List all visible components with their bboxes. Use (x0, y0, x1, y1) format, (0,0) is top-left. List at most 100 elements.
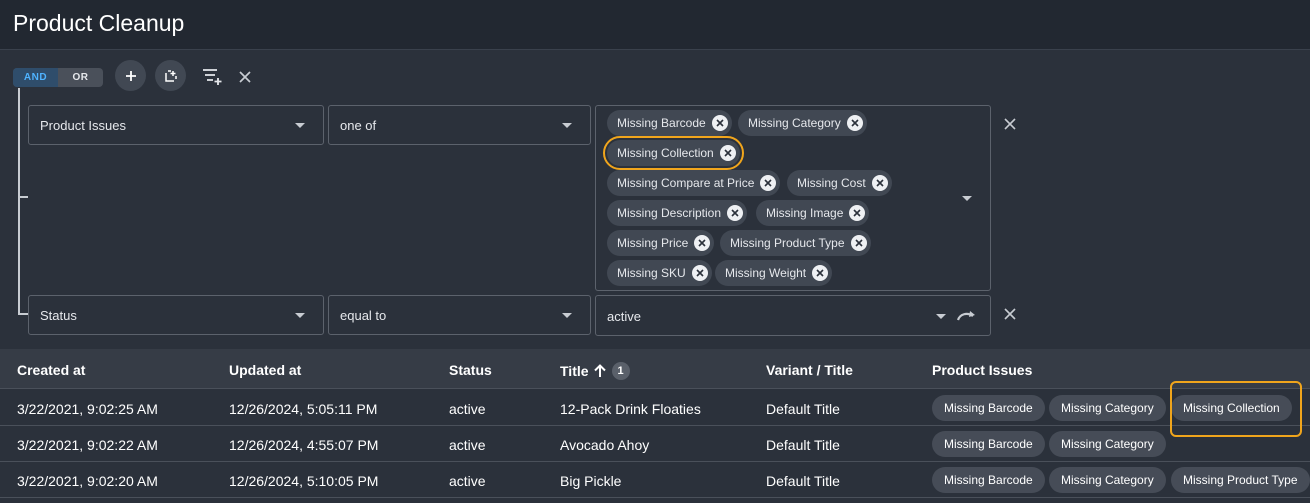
rule-operator-select[interactable]: equal to (328, 295, 591, 335)
value-chip[interactable]: Missing Price (607, 230, 715, 256)
cell-title: Avocado Ahoy (560, 437, 650, 453)
sort-rank-badge: 1 (611, 362, 630, 380)
chevron-down-icon (295, 123, 305, 128)
cell-status: active (449, 401, 486, 417)
remove-chip-icon[interactable] (871, 175, 888, 191)
rule-field-select[interactable]: Status (28, 295, 324, 335)
cell-updated: 12/26/2024, 5:10:05 PM (229, 473, 379, 489)
results-table: Created at Updated at Status Title 1 Var… (0, 349, 1310, 503)
remove-chip-icon[interactable] (727, 205, 744, 221)
remove-chip-icon[interactable] (850, 235, 867, 251)
value-chip[interactable]: Missing Weight (715, 260, 833, 286)
remove-chip-icon[interactable] (694, 235, 711, 251)
value-chip-highlighted[interactable]: Missing Collection (603, 136, 744, 170)
rule-operator-value: one of (340, 118, 377, 133)
remove-rule-button[interactable] (1002, 116, 1018, 132)
value-chip[interactable]: Missing Image (756, 200, 870, 226)
table-row[interactable]: 3/22/2021, 9:02:22 AM 12/26/2024, 4:55:0… (0, 426, 1310, 462)
tree-branch (18, 196, 28, 198)
remove-chip-icon[interactable] (719, 145, 736, 161)
column-header-status[interactable]: Status (449, 362, 492, 378)
remove-chip-icon[interactable] (846, 115, 863, 131)
redo-icon[interactable] (956, 308, 978, 327)
add-group-button[interactable] (155, 60, 186, 91)
chevron-down-icon (962, 196, 972, 201)
cell-created: 3/22/2021, 9:02:22 AM (17, 437, 158, 453)
cell-variant: Default Title (766, 437, 840, 453)
value-chip[interactable]: Missing SKU (607, 260, 712, 286)
remove-rule-button[interactable] (1002, 306, 1018, 322)
column-header-title-label: Title (560, 363, 589, 379)
value-chip[interactable]: Missing Description (607, 200, 748, 226)
chevron-down-icon[interactable] (936, 314, 946, 319)
sort-ascending-icon (593, 364, 606, 377)
logic-toggle[interactable]: AND OR (13, 68, 103, 87)
rule-field-select[interactable]: Product Issues (28, 105, 324, 145)
clear-filters-icon[interactable] (237, 69, 253, 85)
cell-title: Big Pickle (560, 473, 622, 489)
filter-add-icon[interactable] (201, 66, 223, 86)
table-header: Created at Updated at Status Title 1 Var… (0, 349, 1310, 389)
title-bar: Product Cleanup (0, 0, 1310, 50)
rule-operator-value: equal to (340, 308, 387, 323)
tree-branch (18, 313, 28, 315)
table-row[interactable]: 3/22/2021, 9:02:25 AM 12/26/2024, 5:05:1… (0, 390, 1310, 426)
value-chip[interactable]: Missing Cost (787, 170, 892, 196)
issue-chip: Missing Barcode (932, 395, 1045, 421)
add-rule-button[interactable] (115, 60, 146, 91)
rule-value-input[interactable]: active (595, 295, 991, 336)
rule-operator-select[interactable]: one of (328, 105, 591, 145)
chip-label: Missing SKU (617, 266, 686, 280)
rule-field-value: Status (40, 308, 77, 323)
cell-title: 12-Pack Drink Floaties (560, 401, 701, 417)
value-chip[interactable]: Missing Barcode (607, 110, 732, 136)
remove-chip-icon[interactable] (760, 175, 777, 191)
cell-variant: Default Title (766, 473, 840, 489)
issue-chip: Missing Product Type (1171, 467, 1310, 493)
table-row[interactable]: 3/22/2021, 9:02:20 AM 12/26/2024, 5:10:0… (0, 462, 1310, 498)
and-toggle-option[interactable]: AND (13, 68, 58, 87)
chip-label: Missing Collection (617, 146, 714, 160)
tree-connector (18, 88, 20, 314)
value-chip[interactable]: Missing Category (738, 110, 867, 136)
chip-label: Missing Product Type (730, 236, 845, 250)
value-chip[interactable]: Missing Compare at Price (607, 170, 781, 196)
chevron-down-icon (562, 313, 572, 318)
column-header-title[interactable]: Title 1 (560, 362, 630, 380)
cell-created: 3/22/2021, 9:02:25 AM (17, 401, 158, 417)
remove-chip-icon[interactable] (812, 265, 829, 281)
cell-created: 3/22/2021, 9:02:20 AM (17, 473, 158, 489)
page-title: Product Cleanup (13, 10, 185, 36)
column-header-variant[interactable]: Variant / Title (766, 362, 853, 378)
chevron-down-icon (295, 313, 305, 318)
chip-label: Missing Barcode (617, 116, 706, 130)
chip-label: Missing Image (766, 206, 844, 220)
remove-chip-icon[interactable] (849, 205, 866, 221)
issue-chip: Missing Category (1049, 431, 1166, 457)
chip-label: Missing Price (617, 236, 689, 250)
chevron-down-icon (562, 123, 572, 128)
or-toggle-option[interactable]: OR (58, 68, 103, 87)
cell-status: active (449, 473, 486, 489)
column-header-product-issues[interactable]: Product Issues (932, 362, 1032, 378)
remove-chip-icon[interactable] (711, 115, 728, 131)
chip-label: Missing Category (748, 116, 841, 130)
chip-label: Missing Cost (797, 176, 866, 190)
plus-icon (125, 70, 136, 81)
column-header-created[interactable]: Created at (17, 362, 85, 378)
close-icon (1004, 308, 1016, 320)
cell-variant: Default Title (766, 401, 840, 417)
chip-label: Missing Weight (725, 266, 807, 280)
column-header-updated[interactable]: Updated at (229, 362, 301, 378)
chip-label: Missing Compare at Price (617, 176, 755, 190)
cell-updated: 12/26/2024, 5:05:11 PM (229, 401, 378, 417)
add-group-icon (164, 69, 177, 82)
close-icon (1004, 118, 1016, 130)
cell-updated: 12/26/2024, 4:55:07 PM (229, 437, 379, 453)
remove-chip-icon[interactable] (691, 265, 708, 281)
rule-field-value: Product Issues (40, 118, 126, 133)
issue-chip: Missing Category (1049, 395, 1166, 421)
value-chip[interactable]: Missing Product Type (720, 230, 871, 256)
highlight-box (1170, 381, 1302, 437)
cell-status: active (449, 437, 486, 453)
